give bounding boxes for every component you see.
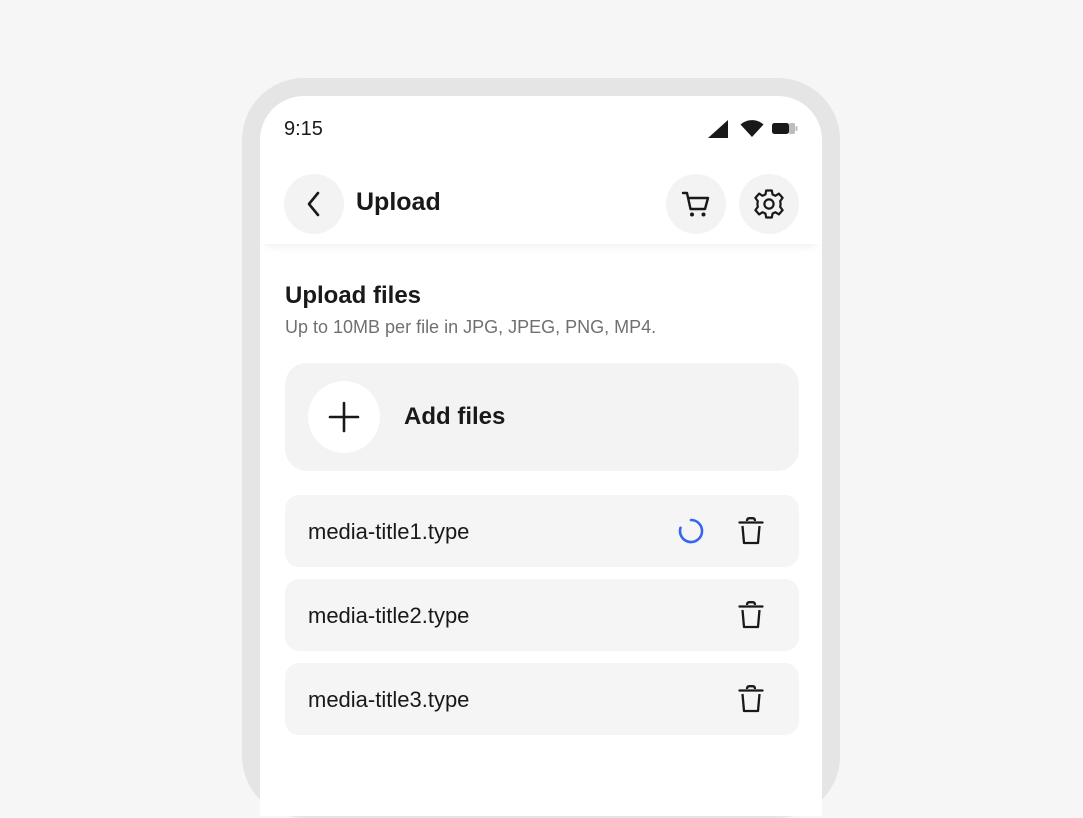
trash-icon xyxy=(738,517,764,545)
loading-spinner-icon xyxy=(678,518,704,544)
file-row: media-title2.type xyxy=(285,579,799,651)
file-row: media-title3.type xyxy=(285,663,799,735)
status-time: 9:15 xyxy=(284,118,323,140)
trash-icon xyxy=(738,685,764,713)
delete-file-button[interactable] xyxy=(731,681,771,717)
signal-icon xyxy=(708,120,728,138)
plus-icon xyxy=(328,401,360,433)
cart-icon xyxy=(681,191,710,217)
page-title: Upload xyxy=(356,188,441,216)
section-subtitle: Up to 10MB per file in JPG, JPEG, PNG, M… xyxy=(285,317,657,337)
file-row: media-title1.type xyxy=(285,495,799,567)
gear-icon xyxy=(754,189,784,219)
file-name: media-title2.type xyxy=(308,603,470,628)
file-name: media-title3.type xyxy=(308,687,470,712)
wifi-icon xyxy=(740,120,764,137)
chevron-left-icon xyxy=(307,191,320,217)
settings-button[interactable] xyxy=(739,174,799,234)
app-bar: Upload xyxy=(260,166,822,244)
file-name: media-title1.type xyxy=(308,519,470,544)
add-files-button[interactable]: Add files xyxy=(285,363,799,471)
add-icon-circle xyxy=(308,381,380,453)
delete-file-button[interactable] xyxy=(731,513,771,549)
trash-icon xyxy=(738,601,764,629)
section-title: Upload files xyxy=(285,282,422,309)
cart-button[interactable] xyxy=(666,174,726,234)
add-files-label: Add files xyxy=(404,403,506,430)
back-button[interactable] xyxy=(284,174,344,234)
phone-screen: 9:15 Upload Upload files Up to 10MB per … xyxy=(260,96,822,816)
battery-icon xyxy=(772,123,798,134)
delete-file-button[interactable] xyxy=(731,597,771,633)
